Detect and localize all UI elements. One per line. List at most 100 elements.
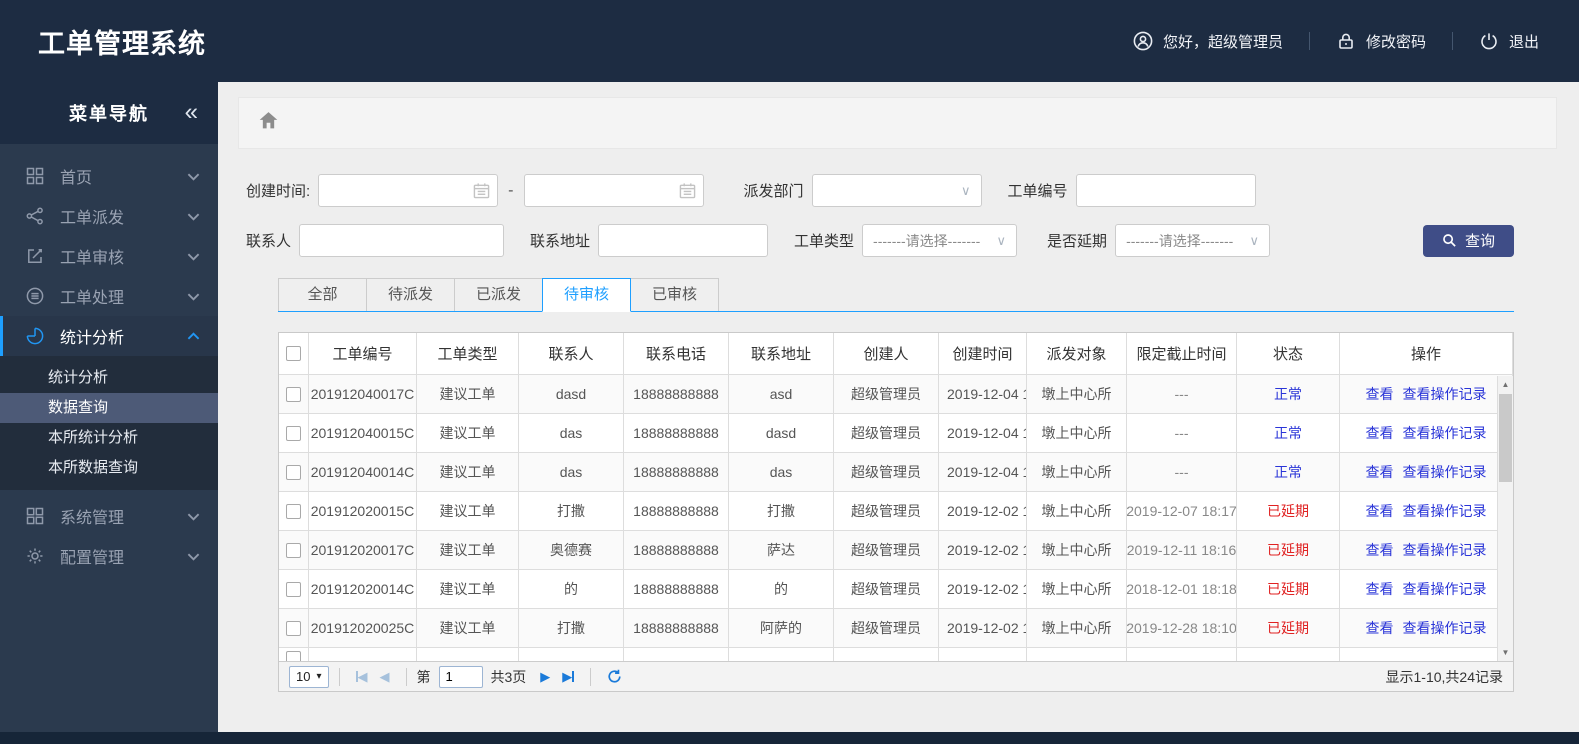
submenu-item-statistics[interactable]: 统计分析 [0,363,218,393]
view-link[interactable]: 查看 [1366,501,1394,521]
contact-input[interactable] [299,224,505,257]
filter-row-2: 联系人 联系地址 工单类型 -------请选择------- ∨ 是否延期 -… [246,224,1579,257]
order-no-input[interactable] [1075,174,1256,207]
tab-dispatched[interactable]: 已派发 [454,278,543,311]
user-greeting[interactable]: 您好，超级管理员 [1133,31,1283,52]
view-log-link[interactable]: 查看操作记录 [1403,462,1487,482]
cell-phone: 18888888888 [624,414,729,453]
calendar-icon[interactable] [679,182,696,199]
cell-phone: 18888888888 [624,375,729,414]
view-log-link[interactable]: 查看操作记录 [1403,540,1487,560]
delay-select-value: -------请选择------- [1126,232,1234,249]
sidebar-item-config[interactable]: 配置管理 [0,536,218,576]
cell-deadline: 2018-12-01 18:18 [1127,570,1237,609]
cell-deadline: 2019-12-07 18:17 [1127,492,1237,531]
view-log-link[interactable]: 查看操作记录 [1403,618,1487,638]
submenu-item-local-data-query[interactable]: 本所数据查询 [0,453,218,483]
scroll-down-arrow[interactable]: ▼ [1498,645,1513,660]
scroll-up-arrow[interactable]: ▲ [1498,377,1513,392]
cell-phone: 18888888888 [624,570,729,609]
table-row: 201912020015C 建议工单 打撒 18888888888 打撒 超级管… [279,492,1513,531]
row-checkbox[interactable] [286,503,301,519]
cell-address: 萨达 [729,531,834,570]
row-checkbox[interactable] [286,425,301,441]
view-log-link[interactable]: 查看操作记录 [1403,423,1487,443]
cell-status: 已延期 [1237,531,1340,570]
tab-pending-dispatch[interactable]: 待派发 [366,278,455,311]
delay-select[interactable]: -------请选择------- ∨ [1115,224,1271,257]
last-page-button[interactable]: ▶ [562,669,575,685]
cell-actions: 查看 查看操作记录 [1340,453,1513,492]
tab-pending-review[interactable]: 待审核 [542,278,631,312]
first-page-button[interactable]: ◀ [355,669,368,685]
breadcrumb [238,97,1557,149]
table-row: 201912040015C 建议工单 das 18888888888 dasd … [279,414,1513,453]
tab-reviewed[interactable]: 已审核 [630,278,719,311]
view-link[interactable]: 查看 [1366,384,1394,404]
cell-actions: 查看 查看操作记录 [1340,492,1513,531]
cell-order-no: 201912040015C [309,414,417,453]
dept-select[interactable]: ∨ [811,174,982,207]
next-page-button[interactable]: ▶ [540,669,550,685]
sidebar-item-review[interactable]: 工单审核 [0,236,218,276]
statistics-submenu: 统计分析 数据查询 本所统计分析 本所数据查询 [0,356,218,490]
select-all-checkbox[interactable] [286,346,301,361]
cell-type: 建议工单 [417,609,519,648]
scrollbar-thumb[interactable] [1499,394,1512,482]
view-link[interactable]: 查看 [1366,618,1394,638]
search-button[interactable]: 查询 [1422,224,1514,257]
sidebar-item-label: 系统管理 [60,510,125,527]
cell-contact: 打撒 [519,492,624,531]
work-order-table: 工单编号 工单类型 联系人 联系电话 联系地址 创建人 创建时间 派发对象 限定… [278,332,1514,692]
sidebar-item-statistics[interactable]: 统计分析 [0,316,218,356]
row-checkbox[interactable] [286,542,301,558]
home-icon[interactable] [258,110,279,136]
view-link[interactable]: 查看 [1366,462,1394,482]
create-time-start-input[interactable] [318,174,499,207]
view-link[interactable]: 查看 [1366,540,1394,560]
page-number-input[interactable] [438,665,483,688]
row-checkbox[interactable] [286,581,301,597]
view-link[interactable]: 查看 [1366,423,1394,443]
tab-all[interactable]: 全部 [278,278,367,311]
power-icon [1479,31,1499,51]
user-greeting-label: 您好，超级管理员 [1162,33,1283,51]
page-prefix-label: 第 [416,668,431,685]
create-time-end-input[interactable] [523,174,704,207]
page-size-select[interactable]: 10 ▾ [289,665,329,688]
change-password-button[interactable]: 修改密码 [1336,31,1426,52]
view-log-link[interactable]: 查看操作记录 [1403,579,1487,599]
table-row: 201912020025C 建议工单 打撒 18888888888 阿萨的 超级… [279,609,1513,648]
address-input[interactable] [598,224,769,257]
cell-type: 建议工单 [417,453,519,492]
cell-created: 2019-12-04 15 [939,375,1027,414]
cell-deadline: --- [1127,414,1237,453]
table-scrollbar[interactable]: ▲ ▼ [1497,376,1513,661]
row-checkbox[interactable] [286,464,301,480]
refresh-button[interactable] [607,669,622,684]
sidebar-item-process[interactable]: 工单处理 [0,276,218,316]
row-checkbox[interactable] [286,620,301,636]
sidebar-item-dispatch[interactable]: 工单派发 [0,196,218,236]
filter-row-1: 创建时间: - 派发部门 ∨ 工单编号 [246,174,1579,207]
view-log-link[interactable]: 查看操作记录 [1403,501,1487,521]
cell-creator: 超级管理员 [834,609,939,648]
type-select[interactable]: -------请选择------- ∨ [862,224,1018,257]
submenu-item-data-query[interactable]: 数据查询 [0,393,218,423]
sidebar-item-system[interactable]: 系统管理 [0,496,218,536]
view-link[interactable]: 查看 [1366,579,1394,599]
sidebar-collapse-icon[interactable]: « [185,100,198,125]
logout-button[interactable]: 退出 [1479,31,1539,52]
sidebar-item-label: 统计分析 [60,330,125,347]
submenu-item-local-statistics[interactable]: 本所统计分析 [0,423,218,453]
calendar-icon[interactable] [473,182,490,199]
row-checkbox[interactable] [286,386,301,402]
sidebar-item-home[interactable]: 首页 [0,156,218,196]
pie-chart-icon [26,327,44,345]
view-log-link[interactable]: 查看操作记录 [1403,384,1487,404]
select-all-cell [279,333,309,375]
cell-actions: 查看 查看操作记录 [1340,609,1513,648]
prev-page-button[interactable]: ◀ [380,669,390,685]
cell-creator: 超级管理员 [834,531,939,570]
cell-order-no: 201912020015C [309,492,417,531]
